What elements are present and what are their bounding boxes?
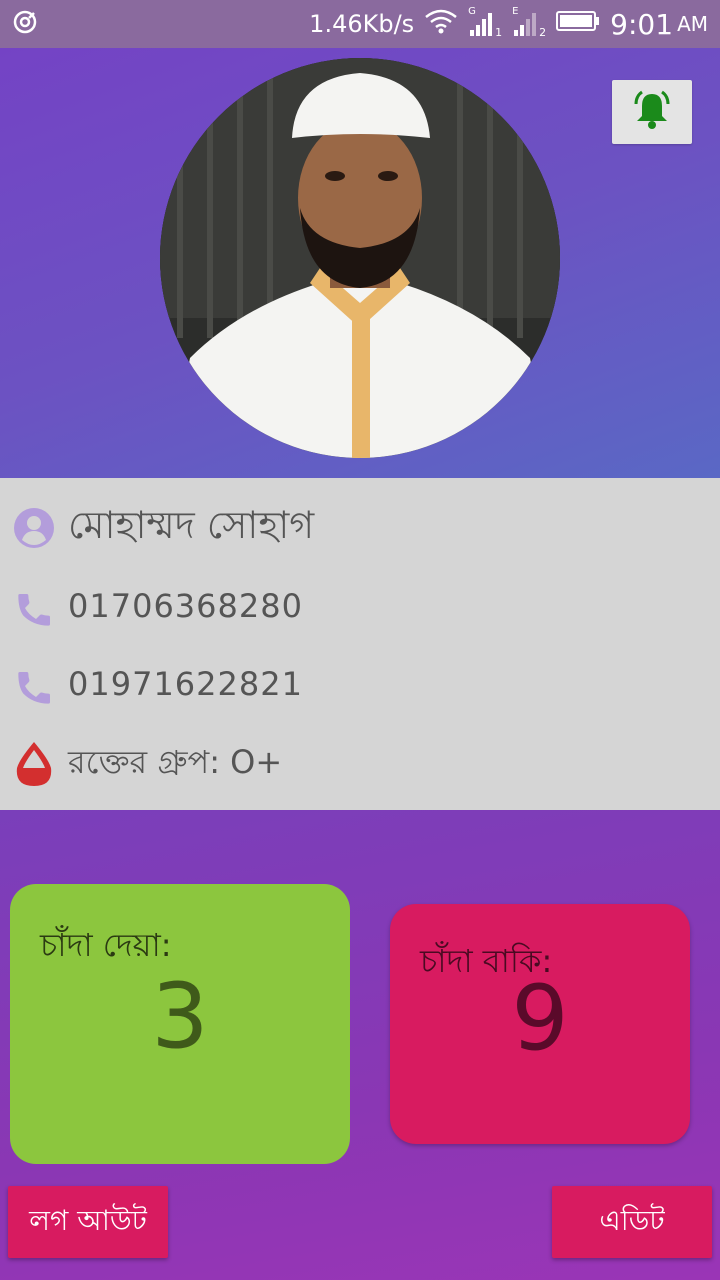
notification-button[interactable] bbox=[612, 80, 692, 144]
status-bar: 1.46Kb/s G 1 E 2 9:01 AM bbox=[0, 0, 720, 48]
clock-time: 9:01 bbox=[610, 7, 674, 41]
user-name: মোহাম্মদ সোহাগ bbox=[68, 503, 315, 547]
name-row: মোহাম্মদ সোহাগ bbox=[0, 500, 720, 556]
avatar bbox=[160, 58, 560, 458]
blood-group: রক্তের গ্রুপ: O+ bbox=[68, 743, 283, 781]
bell-icon bbox=[630, 88, 674, 136]
blood-drop-icon bbox=[12, 742, 56, 786]
due-value: 9 bbox=[511, 966, 569, 1071]
phone-row-1: 01706368280 bbox=[0, 584, 720, 628]
profile-info-panel: মোহাম্মদ সোহাগ 01706368280 01971622821 র… bbox=[0, 478, 720, 810]
notification-icon bbox=[12, 9, 38, 39]
sim2-network-label: E bbox=[512, 6, 519, 17]
phone-icon bbox=[12, 666, 56, 710]
sim1-network-label: G bbox=[468, 6, 476, 17]
blood-group-row: রক্তের গ্রুপ: O+ bbox=[0, 738, 720, 790]
phone-icon bbox=[12, 588, 56, 632]
phone-number-1[interactable]: 01706368280 bbox=[68, 587, 303, 625]
battery-icon bbox=[556, 9, 600, 39]
paid-value: 3 bbox=[151, 964, 209, 1069]
phone-row-2: 01971622821 bbox=[0, 662, 720, 706]
paid-card: চাঁদা দেয়া: 3 bbox=[10, 884, 350, 1164]
clock-ampm: AM bbox=[677, 12, 708, 36]
network-speed: 1.46Kb/s bbox=[309, 10, 415, 38]
wifi-icon bbox=[424, 8, 458, 41]
person-icon bbox=[12, 506, 56, 550]
logout-button[interactable]: লগ আউট bbox=[8, 1186, 168, 1258]
edit-button[interactable]: এডিট bbox=[552, 1186, 712, 1258]
profile-header bbox=[0, 48, 720, 478]
signal-icon: G 1 bbox=[468, 6, 503, 39]
signal-icon: E 2 bbox=[512, 6, 547, 39]
phone-number-2[interactable]: 01971622821 bbox=[68, 665, 303, 703]
due-card: চাঁদা বাকি: 9 bbox=[390, 904, 690, 1144]
sim2-index: 2 bbox=[539, 26, 547, 39]
sim1-index: 1 bbox=[495, 26, 503, 39]
